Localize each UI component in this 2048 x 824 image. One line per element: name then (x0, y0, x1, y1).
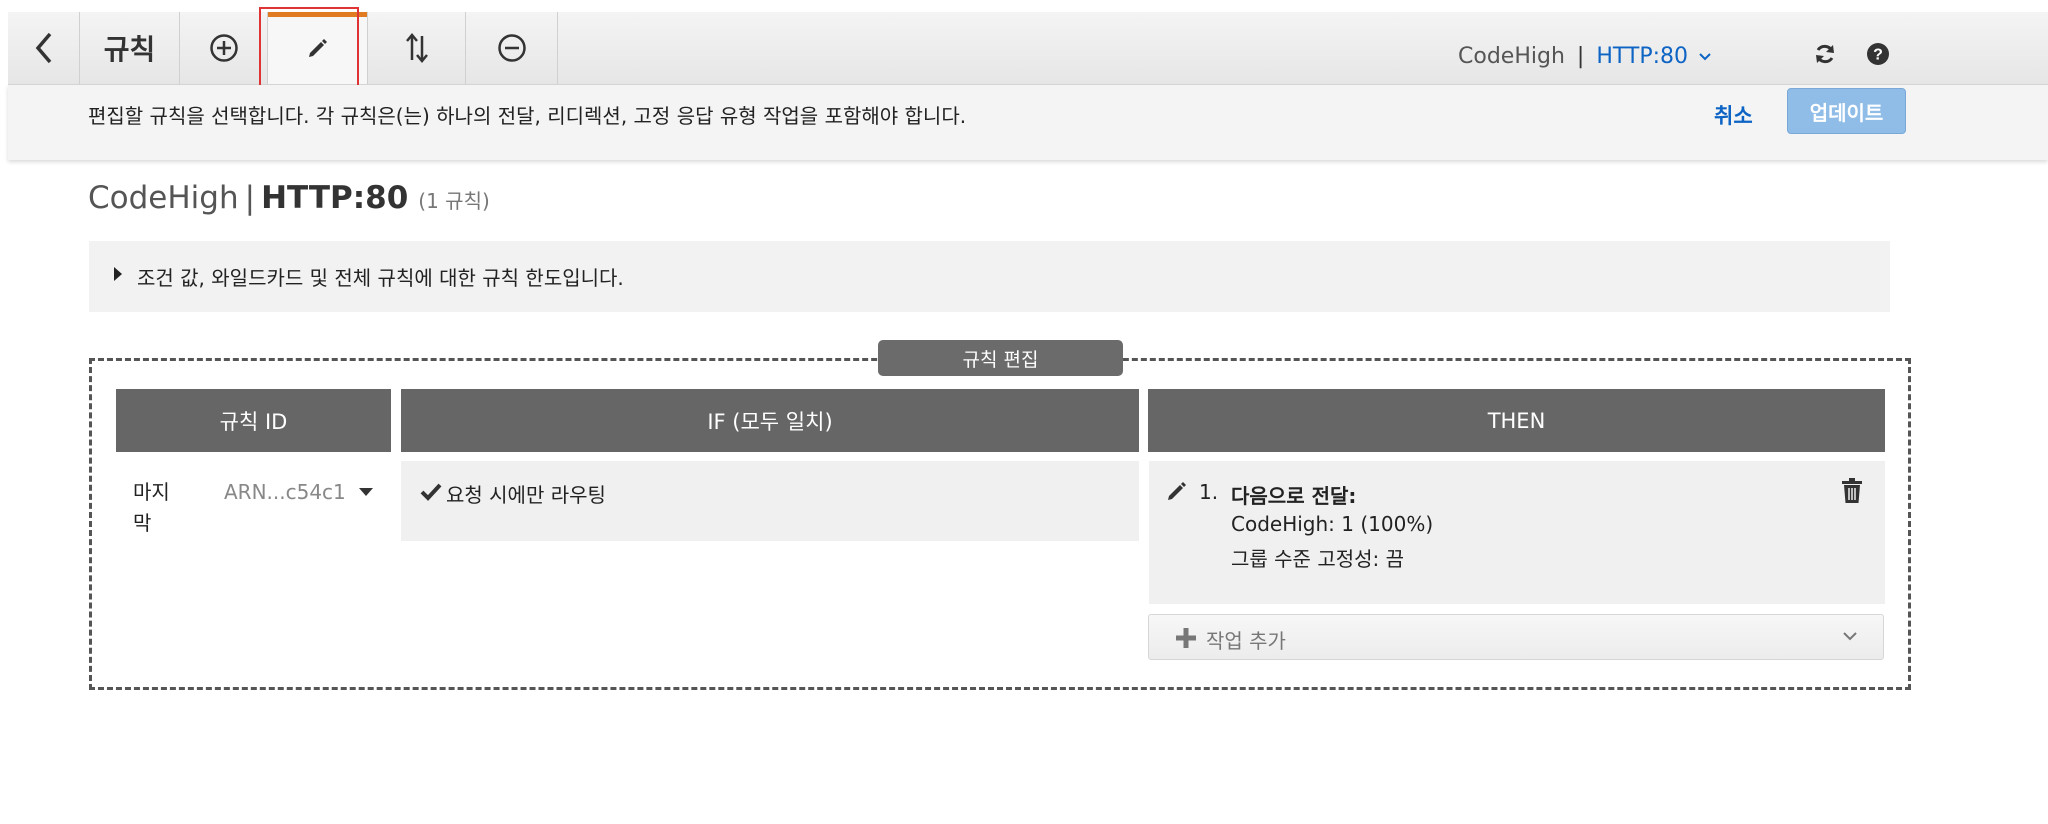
column-then: THEN (1148, 389, 1885, 452)
plus-icon (1176, 628, 1196, 648)
back-button[interactable] (8, 12, 80, 84)
breadcrumb-listener: HTTP:80 (1596, 44, 1689, 69)
rules-title: 규칙 (80, 12, 180, 84)
edit-action-icon[interactable] (1166, 480, 1188, 502)
column-rule-id: 규칙 ID (116, 389, 391, 452)
page-title: CodeHigh | HTTP:80 (1 규칙) (88, 180, 490, 216)
reorder-rules-button[interactable] (368, 12, 466, 84)
toolbar-title: 규칙 (103, 33, 156, 66)
refresh-button[interactable] (1813, 42, 1837, 70)
caret-right-icon (114, 267, 122, 281)
condition-text: 요청 시에만 라우팅 (446, 483, 606, 507)
chevron-down-icon (1699, 52, 1711, 60)
instructions-text: 편집할 규칙을 선택합니다. 각 규칙은(는) 하나의 전달, 리디렉션, 고정… (88, 104, 967, 128)
rule-priority: 마지막 (133, 480, 170, 535)
rule-limits-text: 조건 값, 와일드카드 및 전체 규칙에 대한 규칙 한도입니다. (137, 266, 624, 290)
update-button[interactable]: 업데이트 (1787, 88, 1906, 134)
refresh-icon (1816, 44, 1834, 64)
help-icon: ? (1867, 43, 1889, 65)
title-listener: HTTP:80 (261, 180, 409, 216)
rule-edit-label: 규칙 편집 (878, 340, 1123, 376)
listener-dropdown[interactable]: HTTP:80 (1596, 44, 1712, 69)
chevron-down-icon (1843, 632, 1857, 641)
action-target-group: CodeHigh: 1 (100%) (1231, 512, 1434, 536)
delete-rules-button[interactable] (466, 12, 558, 84)
svg-text:?: ? (1873, 47, 1883, 64)
rule-limits-panel[interactable]: 조건 값, 와일드카드 및 전체 규칙에 대한 규칙 한도입니다. (89, 241, 1890, 312)
help-button[interactable]: ? (1866, 42, 1890, 70)
condition-card[interactable]: 요청 시에만 라우팅 (401, 461, 1139, 541)
add-action-dropdown[interactable]: 작업 추가 (1148, 614, 1884, 660)
add-circle-icon (209, 34, 238, 62)
breadcrumb-service: CodeHigh (1458, 44, 1565, 69)
column-if: IF (모두 일치) (401, 389, 1139, 452)
sort-arrows-icon (405, 33, 428, 63)
caret-down-icon[interactable] (358, 487, 374, 497)
checkmark-icon (420, 483, 442, 501)
cancel-button[interactable]: 취소 (1714, 100, 1753, 130)
add-rule-button[interactable] (180, 12, 268, 84)
action-number: 1. (1199, 480, 1219, 504)
rule-arn: ARN...c54c1 (224, 480, 346, 504)
edit-instructions-bar: 편집할 규칙을 선택합니다. 각 규칙은(는) 하나의 전달, 리디렉션, 고정… (8, 85, 2048, 160)
breadcrumb-separator: | (1576, 44, 1585, 69)
add-action-label: 작업 추가 (1206, 629, 1286, 653)
back-chevron-icon (35, 32, 51, 64)
remove-circle-icon (497, 34, 526, 62)
title-service: CodeHigh (88, 180, 239, 216)
action-card[interactable]: 1. 다음으로 전달: CodeHigh: 1 (100%) 그룹 수준 고정성… (1149, 461, 1885, 604)
action-title: 다음으로 전달: (1231, 484, 1357, 508)
title-separator: | (244, 180, 256, 216)
rule-count: (1 규칙) (418, 189, 490, 213)
trash-icon[interactable] (1841, 478, 1863, 504)
action-stickiness: 그룹 수준 고정성: 끔 (1231, 547, 1405, 571)
listener-breadcrumb: CodeHigh | HTTP:80 (1458, 44, 1712, 69)
selected-tool-highlight (259, 7, 359, 88)
